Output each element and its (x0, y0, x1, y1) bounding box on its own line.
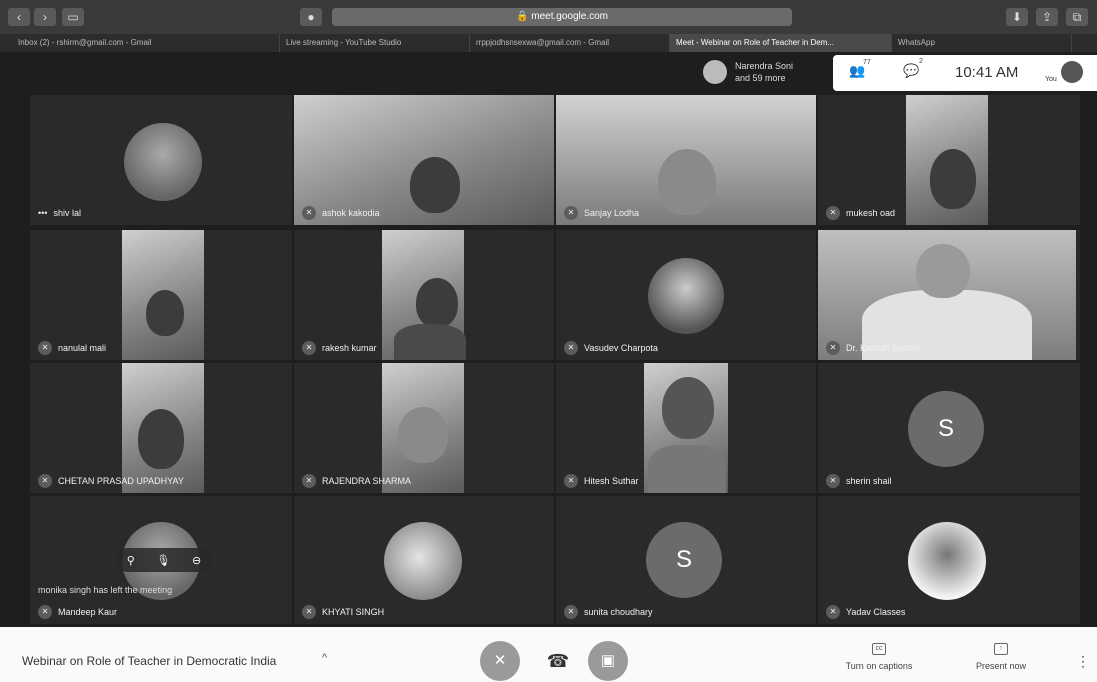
avatar (908, 522, 986, 600)
tile-hover-controls: ⚲ 🎙 ⊖ (116, 548, 212, 572)
chevron-up-icon[interactable]: ^ (322, 652, 327, 664)
pin-icon[interactable]: ⚲ (127, 554, 135, 567)
chat-icon[interactable]: 💬 (903, 63, 919, 79)
participant-tile[interactable]: ✕ KHYATI SINGH (294, 496, 554, 624)
participant-tile[interactable]: ✕ rakesh kumar (294, 230, 554, 360)
captions-button[interactable]: cc Turn on captions (834, 643, 924, 671)
person-silhouette (416, 278, 458, 328)
forward-icon[interactable]: › (34, 8, 56, 26)
participant-tile[interactable]: ✕ Dr. Kailash Sodani (818, 230, 1080, 360)
mic-off-icon: ✕ (826, 605, 840, 619)
download-icon[interactable]: ⬇ (1006, 8, 1028, 26)
shield-icon[interactable]: ● (300, 8, 322, 26)
sidebar-icon[interactable]: ▭ (62, 8, 84, 26)
mic-off-icon: ✕ (564, 206, 578, 220)
participant-tile[interactable]: ✕ mukesh oad (818, 95, 1080, 225)
tab-youtube-studio[interactable]: Live streaming - YouTube Studio (280, 34, 470, 52)
mic-off-icon: ✕ (302, 474, 316, 488)
mic-off-icon: ✕ (38, 341, 52, 355)
phone-hangup-icon: ☎ (546, 651, 570, 671)
participant-tile[interactable]: ✕ ashok kakodia (294, 95, 554, 225)
avatar (384, 522, 462, 600)
left-meeting-notice: monika singh has left the meeting (38, 585, 173, 595)
more-dots-icon: ••• (38, 208, 48, 218)
mic-off-icon: ✕ (493, 652, 507, 669)
avatar: S (908, 391, 984, 467)
people-count: 77 (863, 59, 871, 66)
mic-off-icon: ✕ (564, 605, 578, 619)
mic-off-icon: ✕ (38, 474, 52, 488)
participant-tile[interactable]: ✕ RAJENDRA SHARMA (294, 363, 554, 493)
person-shoulders (394, 324, 466, 360)
mic-off-icon: ✕ (564, 341, 578, 355)
participant-tile[interactable]: ✕ CHETAN PRASAD UPADHYAY (30, 363, 292, 493)
pinned-participants[interactable]: Narendra Soni and 59 more (703, 56, 827, 88)
back-icon[interactable]: ‹ (8, 8, 30, 26)
avatar (703, 60, 727, 84)
person-silhouette (930, 149, 976, 209)
mic-toggle-button[interactable]: ✕ (480, 641, 520, 681)
participant-tile[interactable]: ✕ Sanjay Lodha (556, 95, 816, 225)
participant-tile[interactable]: S ✕ sherin shail (818, 363, 1080, 493)
avatar: S (646, 522, 722, 598)
clock-time: 10:41 AM (955, 64, 1019, 81)
tabs-overview-icon[interactable]: ⧉ (1066, 8, 1088, 26)
mic-off-icon: ✕ (302, 605, 316, 619)
captions-icon: cc (872, 643, 886, 655)
person-silhouette (138, 409, 184, 469)
person-silhouette (916, 244, 970, 298)
pinned-more: and 59 more (735, 73, 786, 83)
tab-whatsapp[interactable]: WhatsApp (892, 34, 1072, 52)
camera-off-icon: ▣ (600, 652, 616, 669)
camera-toggle-button[interactable]: ▣ (588, 641, 628, 681)
chat-count: 2 (919, 58, 923, 65)
bottom-control-bar: Webinar on Role of Teacher in Democratic… (0, 627, 1097, 682)
lock-icon: 🔒 (516, 11, 532, 22)
more-options-icon[interactable]: ⋮ (1076, 653, 1090, 670)
meeting-title[interactable]: Webinar on Role of Teacher in Democratic… (22, 654, 276, 668)
person-silhouette (398, 407, 448, 463)
person-shoulders (648, 445, 726, 493)
present-icon: ↑ (994, 643, 1008, 655)
meeting-info-bar: 👥 77 💬 2 10:41 AM You (833, 55, 1097, 91)
tab-bar: Inbox (2) - rshirm@gmail.com - Gmail Liv… (0, 34, 1097, 52)
person-silhouette (410, 157, 460, 213)
person-silhouette (658, 149, 716, 215)
pinned-name: Narendra Soni (735, 61, 794, 71)
mic-off-icon: ✕ (826, 474, 840, 488)
tab-gmail-inbox[interactable]: Inbox (2) - rshirm@gmail.com - Gmail (12, 34, 280, 52)
share-icon[interactable]: ⇪ (1036, 8, 1058, 26)
participant-tile[interactable]: ✕ nanulal mali (30, 230, 292, 360)
browser-toolbar: ‹ › ▭ ● 🔒 meet.google.com ⬇ ⇪ ⧉ (0, 0, 1097, 34)
mute-icon[interactable]: 🎙 (156, 554, 170, 567)
address-bar[interactable]: 🔒 meet.google.com (332, 8, 792, 26)
person-silhouette (662, 377, 714, 439)
remove-icon[interactable]: ⊖ (192, 554, 201, 567)
person-silhouette (146, 290, 184, 336)
mic-off-icon: ✕ (826, 206, 840, 220)
participant-tile[interactable]: ✕ Hitesh Suthar (556, 363, 816, 493)
leave-call-button[interactable]: ☎ (538, 641, 578, 681)
participant-tile[interactable]: ••• shiv lal (30, 95, 292, 225)
tab-meet[interactable]: Meet - Webinar on Role of Teacher in Dem… (670, 34, 892, 52)
mic-off-icon: ✕ (302, 206, 316, 220)
participant-tile[interactable]: S ✕ sunita choudhary (556, 496, 816, 624)
participant-tile[interactable]: ✕ Vasudev Charpota (556, 230, 816, 360)
self-avatar[interactable] (1061, 61, 1083, 83)
you-label: You (1045, 76, 1057, 83)
avatar (648, 258, 724, 334)
mic-off-icon: ✕ (826, 341, 840, 355)
present-button[interactable]: ↑ Present now (956, 643, 1046, 671)
mic-off-icon: ✕ (564, 474, 578, 488)
avatar (124, 123, 202, 201)
mic-off-icon: ✕ (302, 341, 316, 355)
mic-off-icon: ✕ (38, 605, 52, 619)
participant-tile[interactable]: ✕ Yadav Classes (818, 496, 1080, 624)
tab-gmail-2[interactable]: rrppjodhsnsexwa@gmail.com - Gmail (470, 34, 670, 52)
